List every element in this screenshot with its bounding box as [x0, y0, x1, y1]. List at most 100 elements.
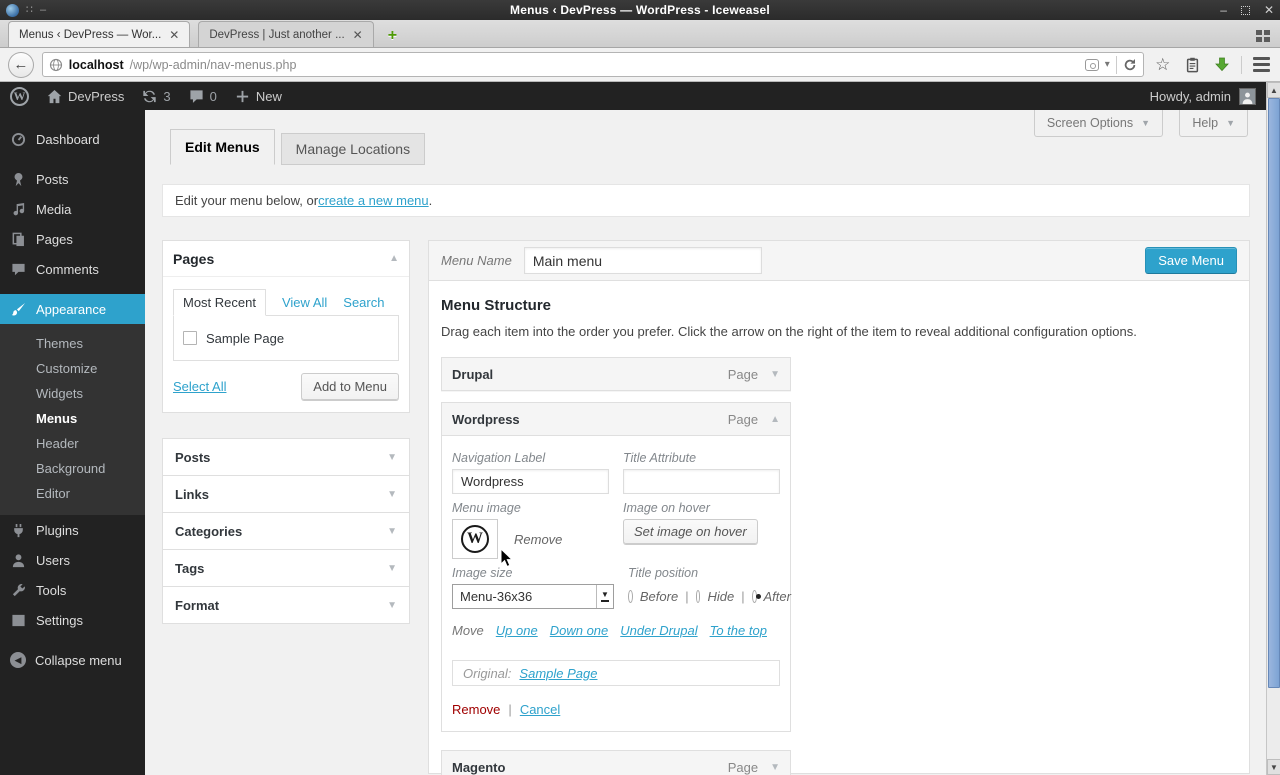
title-attribute-input[interactable] [623, 469, 780, 494]
pages-panel-header[interactable]: Pages ▲ [163, 241, 409, 277]
sidebar-item-appearance[interactable]: Appearance [0, 294, 151, 324]
submenu-editor[interactable]: Editor [0, 481, 145, 506]
wordpress-logo-icon[interactable]: W [10, 86, 29, 106]
admin-bar-new[interactable]: New [235, 89, 282, 104]
sidebar-item-posts[interactable]: Posts [0, 164, 145, 194]
tab-grid-icon[interactable] [1256, 30, 1270, 42]
notice-period: . [428, 193, 433, 208]
notice-text: Edit your menu below, or [175, 193, 319, 208]
pages-panel-title: Pages [173, 250, 215, 267]
url-bar[interactable]: localhost/wp/wp-admin/nav-menus.php ▾ [41, 52, 1144, 77]
original-sample-page-link[interactable]: Sample Page [519, 666, 597, 681]
sidebar-item-comments[interactable]: Comments [0, 254, 145, 284]
remove-item-link[interactable]: Remove [452, 702, 500, 717]
chevron-down-icon[interactable]: ▾ [1105, 59, 1110, 70]
sample-page-checkbox[interactable] [183, 331, 197, 345]
browser-tab-devpress[interactable]: DevPress | Just another ... ✕ [198, 21, 374, 47]
submenu-background[interactable]: Background [0, 456, 145, 481]
reload-icon[interactable] [1123, 58, 1137, 72]
admin-bar-updates[interactable]: 3 [142, 89, 171, 104]
sidebar-item-tools[interactable]: Tools [0, 575, 145, 605]
submenu-widgets[interactable]: Widgets [0, 381, 145, 406]
collapse-menu-button[interactable]: ◀ Collapse menu [0, 645, 145, 675]
navigation-label-input[interactable] [452, 469, 609, 494]
chevron-up-icon[interactable]: ▲ [770, 414, 780, 425]
tab-search[interactable]: Search [343, 290, 384, 315]
set-image-on-hover-button[interactable]: Set image on hover [623, 519, 758, 544]
menu-item-drupal[interactable]: Drupal Page ▼ [441, 357, 791, 391]
accordion-links[interactable]: Links ▼ [162, 475, 410, 513]
tab-manage-locations[interactable]: Manage Locations [280, 133, 426, 165]
image-on-hover-label: Image on hover [623, 501, 710, 515]
tab-close-icon[interactable]: ✕ [353, 28, 363, 42]
sidebar-item-settings[interactable]: Settings [0, 605, 145, 635]
browser-tab-menus[interactable]: Menus ‹ DevPress — Wor... ✕ [8, 21, 191, 47]
save-menu-button[interactable]: Save Menu [1145, 247, 1237, 274]
download-arrow-icon[interactable] [1211, 53, 1233, 77]
radio-after[interactable] [751, 590, 761, 603]
menu-hamburger-icon[interactable] [1250, 53, 1272, 77]
menu-item-wordpress[interactable]: Wordpress Page ▲ [441, 402, 791, 436]
accordion-tags[interactable]: Tags ▼ [162, 549, 410, 587]
select-dropdown-icon: ▼ [596, 585, 613, 608]
menu-item-label: Magento [452, 759, 506, 775]
image-size-select[interactable]: Menu-36x36 ▼ [452, 584, 614, 609]
sidebar-item-users[interactable]: Users [0, 545, 145, 575]
chevron-up-icon[interactable]: ▲ [389, 253, 399, 264]
dashboard-gauge-icon [10, 131, 27, 148]
create-new-menu-link[interactable]: create a new menu [318, 193, 429, 208]
howdy-admin[interactable]: Howdy, admin [1150, 89, 1231, 104]
remove-image-link[interactable]: Remove [514, 532, 562, 547]
add-to-menu-button[interactable]: Add to Menu [301, 373, 399, 400]
tab-close-icon[interactable]: ✕ [169, 28, 179, 42]
new-tab-button[interactable]: + [388, 25, 397, 47]
radio-before[interactable] [628, 590, 633, 603]
bookmark-badge-icon[interactable] [1084, 58, 1099, 71]
move-up-one-link[interactable]: Up one [496, 623, 538, 638]
chevron-down-icon[interactable]: ▼ [770, 762, 780, 773]
submenu-header[interactable]: Header [0, 431, 145, 456]
window-handle-dots: ∷ [26, 3, 33, 16]
browser-scrollbar[interactable]: ▲ ▼ [1266, 82, 1280, 775]
accordion-posts[interactable]: Posts ▼ [162, 438, 410, 476]
menu-editor-column: Menu Name Save Menu Menu Structure Drag … [428, 240, 1250, 775]
sidebar-item-pages[interactable]: Pages [0, 224, 145, 254]
tab-edit-menus[interactable]: Edit Menus [170, 129, 275, 165]
admin-bar-comments[interactable]: 0 [189, 89, 217, 104]
scrollbar-thumb[interactable] [1268, 98, 1280, 688]
menu-item-magento[interactable]: Magento Page ▼ [441, 750, 791, 775]
select-all-link[interactable]: Select All [173, 379, 226, 394]
menu-image-thumb[interactable]: W [452, 519, 498, 559]
move-under-drupal-link[interactable]: Under Drupal [620, 623, 697, 638]
back-button[interactable]: ← [8, 51, 34, 78]
submenu-customize[interactable]: Customize [0, 356, 145, 381]
sidebar-item-plugins[interactable]: Plugins [0, 515, 145, 545]
scroll-up-icon[interactable]: ▲ [1267, 82, 1280, 98]
help-button[interactable]: Help ▼ [1179, 110, 1248, 137]
move-down-one-link[interactable]: Down one [550, 623, 609, 638]
tab-most-recent[interactable]: Most Recent [173, 289, 266, 316]
window-maximize-button[interactable] [1240, 5, 1250, 15]
radio-hide[interactable] [695, 590, 701, 603]
screen-options-button[interactable]: Screen Options ▼ [1033, 110, 1163, 137]
submenu-themes[interactable]: Themes [0, 331, 145, 356]
chevron-down-icon[interactable]: ▼ [770, 369, 780, 380]
scroll-down-icon[interactable]: ▼ [1267, 759, 1280, 775]
move-to-top-link[interactable]: To the top [710, 623, 767, 638]
sidebar-item-media[interactable]: Media [0, 194, 145, 224]
bookmark-star-icon[interactable]: ☆ [1152, 53, 1174, 77]
bookmarks-clipboard-icon[interactable] [1182, 53, 1204, 77]
avatar[interactable] [1239, 87, 1256, 105]
admin-bar-site[interactable]: DevPress [47, 89, 124, 104]
window-minimize-button[interactable]: – [1220, 4, 1227, 16]
accordion-categories[interactable]: Categories ▼ [162, 512, 410, 550]
window-close-button[interactable]: ✕ [1264, 4, 1274, 16]
menu-name-input[interactable] [523, 247, 762, 274]
cancel-link[interactable]: Cancel [520, 702, 560, 717]
sidebar-item-dashboard[interactable]: Dashboard [0, 124, 145, 154]
submenu-menus[interactable]: Menus [0, 406, 145, 431]
user-icon [10, 552, 27, 569]
tab-view-all[interactable]: View All [282, 290, 327, 315]
accordion-format[interactable]: Format ▼ [162, 586, 410, 624]
menu-item-type: Page [727, 411, 759, 427]
